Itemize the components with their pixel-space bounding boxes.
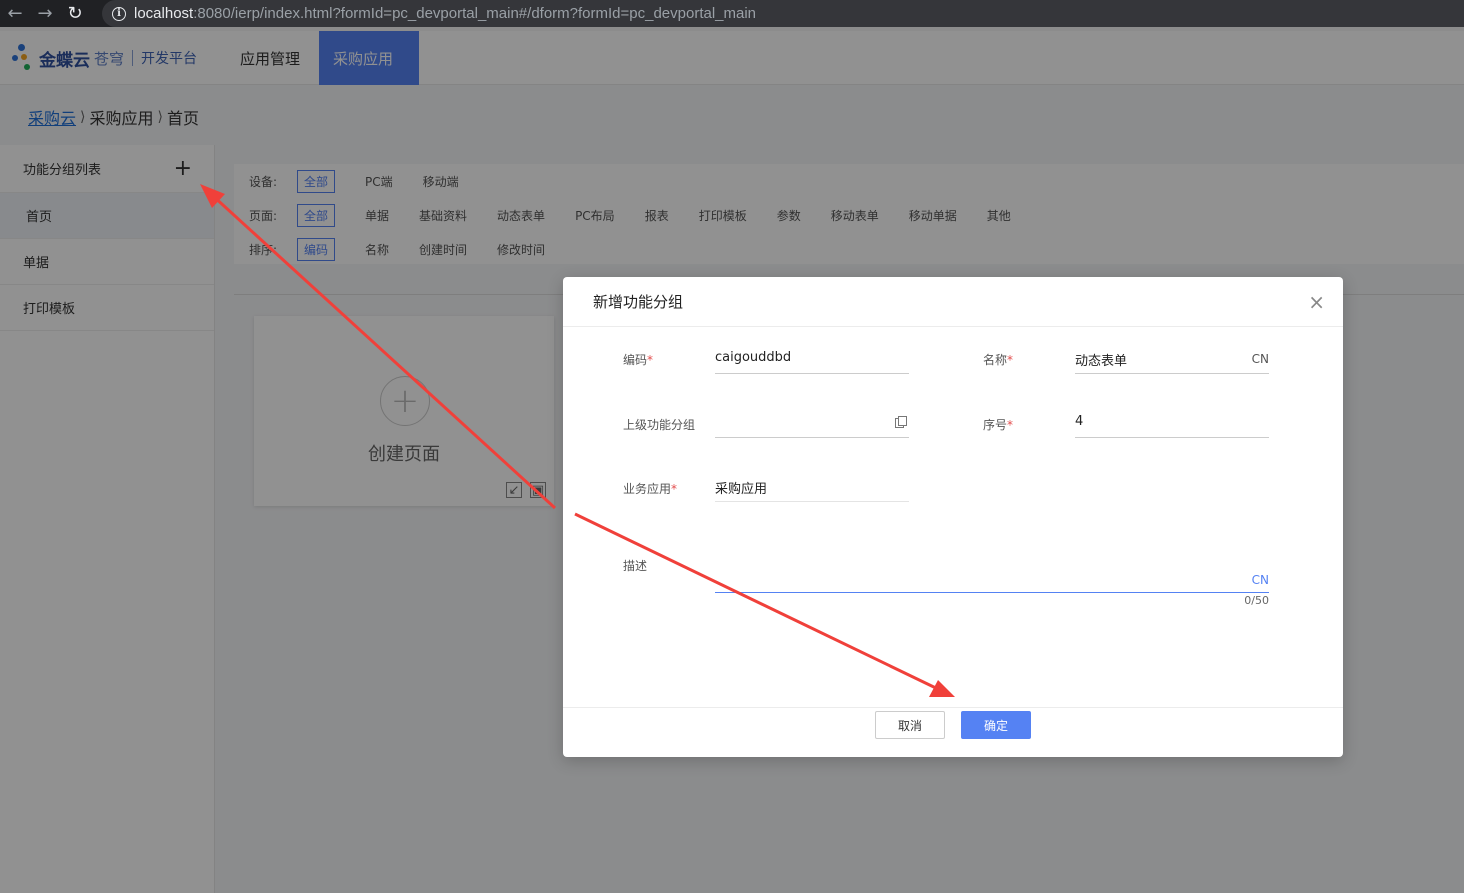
url-path: :8080/ierp/index.html?formId=pc_devporta…	[193, 5, 757, 22]
dialog-header: 新增功能分组 ×	[563, 277, 1343, 327]
sequence-field[interactable]: 4	[1075, 414, 1269, 438]
business-app-label: 业务应用*	[623, 480, 677, 497]
business-app-label-text: 业务应用	[623, 482, 672, 496]
name-label: 名称*	[983, 351, 1013, 368]
lookup-icon[interactable]	[895, 416, 907, 428]
required-mark: *	[647, 353, 654, 367]
sequence-label: 序号*	[983, 416, 1013, 433]
description-underline	[715, 592, 1269, 593]
required-mark: *	[671, 482, 678, 496]
dialog-footer: 取消 确定	[563, 707, 1343, 757]
address-bar[interactable]: i localhost:8080/ierp/index.html?formId=…	[102, 0, 1464, 27]
name-label-text: 名称	[983, 353, 1008, 367]
business-app-value: 采购应用	[715, 482, 768, 497]
description-textarea[interactable]	[715, 547, 1269, 591]
name-value: 动态表单	[1075, 354, 1128, 369]
sequence-value: 4	[1075, 414, 1084, 429]
forward-icon[interactable]: →	[30, 0, 60, 27]
language-suffix[interactable]: CN	[1252, 352, 1269, 366]
business-app-field: 采购应用	[715, 478, 909, 502]
description-label: 描述	[623, 559, 648, 573]
language-suffix[interactable]: CN	[1252, 573, 1269, 587]
code-value: caigouddbd	[715, 350, 792, 365]
char-counter: 0/50	[1244, 594, 1269, 607]
code-label: 编码*	[623, 351, 653, 368]
confirm-button[interactable]: 确定	[961, 711, 1031, 739]
info-icon[interactable]: i	[112, 6, 126, 21]
browser-toolbar: ← → ↻ i localhost:8080/ierp/index.html?f…	[0, 0, 1464, 27]
name-field[interactable]: 动态表单 CN	[1075, 350, 1269, 374]
url-host: localhost	[134, 5, 194, 22]
dialog-title: 新增功能分组	[593, 293, 684, 311]
back-icon[interactable]: ←	[0, 0, 30, 27]
required-mark: *	[1007, 418, 1014, 432]
code-label-text: 编码	[623, 353, 648, 367]
close-icon[interactable]: ×	[1308, 292, 1325, 312]
parent-group-label: 上级功能分组	[623, 418, 696, 432]
new-function-group-dialog: 新增功能分组 × 编码* caigouddbd 名称* 动态表单 CN 上级功能…	[563, 277, 1343, 757]
cancel-button[interactable]: 取消	[875, 711, 945, 739]
parent-group-field[interactable]	[715, 414, 909, 438]
sequence-label-text: 序号	[983, 418, 1008, 432]
code-field[interactable]: caigouddbd	[715, 350, 909, 374]
required-mark: *	[1007, 353, 1014, 367]
reload-icon[interactable]: ↻	[60, 0, 90, 27]
